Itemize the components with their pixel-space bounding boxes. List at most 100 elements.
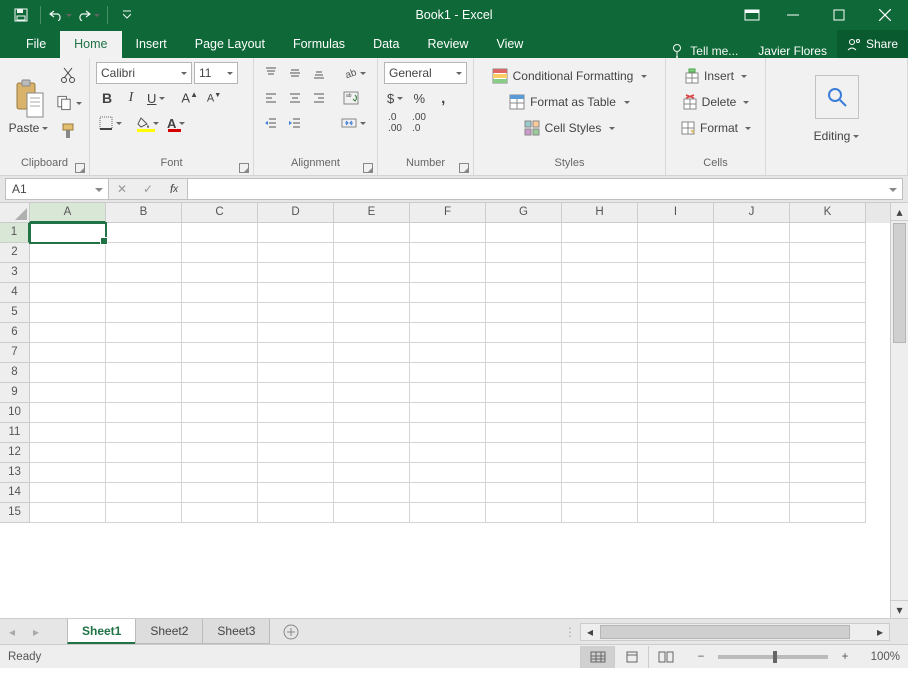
cell[interactable] (182, 223, 258, 243)
row-header[interactable]: 10 (0, 403, 30, 423)
cell[interactable] (334, 263, 410, 283)
scroll-left-icon[interactable]: ◂ (581, 625, 599, 639)
vertical-scrollbar[interactable]: ▴ ▾ (890, 203, 908, 618)
col-header-g[interactable]: G (486, 203, 562, 223)
align-left-icon[interactable] (260, 87, 282, 109)
underline-button[interactable]: U (144, 87, 168, 109)
redo-button[interactable] (75, 2, 101, 28)
font-dialog-icon[interactable] (239, 163, 249, 173)
cell[interactable] (258, 483, 334, 503)
scroll-up-icon[interactable]: ▴ (891, 203, 908, 221)
cell[interactable] (714, 243, 790, 263)
cell[interactable] (714, 283, 790, 303)
increase-indent-icon[interactable] (284, 112, 306, 134)
increase-decimal-icon[interactable]: .0.00 (384, 112, 406, 134)
cell[interactable] (486, 243, 562, 263)
cell[interactable] (30, 243, 106, 263)
zoom-level[interactable]: 100% (862, 651, 900, 663)
increase-font-icon[interactable]: A▲ (178, 87, 201, 109)
cell[interactable] (182, 303, 258, 323)
cell[interactable] (486, 503, 562, 523)
cell[interactable] (486, 343, 562, 363)
cell[interactable] (258, 343, 334, 363)
row-header[interactable]: 11 (0, 423, 30, 443)
cell[interactable] (30, 363, 106, 383)
cell[interactable] (562, 263, 638, 283)
cell-styles-button[interactable]: Cell Styles (480, 116, 659, 140)
cell[interactable] (182, 403, 258, 423)
fill-color-button[interactable] (133, 112, 162, 134)
bold-button[interactable]: B (96, 87, 118, 109)
row-header[interactable]: 3 (0, 263, 30, 283)
cell[interactable] (486, 383, 562, 403)
cell[interactable] (30, 403, 106, 423)
cell[interactable] (714, 483, 790, 503)
align-middle-icon[interactable] (284, 62, 306, 84)
row-header[interactable]: 5 (0, 303, 30, 323)
cell[interactable] (486, 303, 562, 323)
scroll-thumb[interactable] (893, 223, 906, 343)
format-as-table-button[interactable]: Format as Table (480, 90, 659, 114)
cell[interactable] (410, 463, 486, 483)
decrease-font-icon[interactable]: A▼ (203, 87, 225, 109)
number-dialog-icon[interactable] (459, 163, 469, 173)
scroll-down-icon[interactable]: ▾ (891, 600, 908, 618)
conditional-formatting-button[interactable]: Conditional Formatting (480, 64, 659, 88)
cancel-formula-icon[interactable]: ✕ (109, 179, 135, 199)
cell[interactable] (410, 363, 486, 383)
cell[interactable] (714, 303, 790, 323)
cell[interactable] (790, 363, 866, 383)
cell[interactable] (562, 423, 638, 443)
cell[interactable] (258, 323, 334, 343)
decrease-indent-icon[interactable] (260, 112, 282, 134)
row-header[interactable]: 14 (0, 483, 30, 503)
cell[interactable] (562, 343, 638, 363)
cell[interactable] (334, 423, 410, 443)
col-header-j[interactable]: J (714, 203, 790, 223)
col-header-c[interactable]: C (182, 203, 258, 223)
cell[interactable] (106, 363, 182, 383)
cell[interactable] (334, 303, 410, 323)
cell[interactable] (790, 223, 866, 243)
sheet-tab-1[interactable]: Sheet1 (67, 619, 136, 644)
tab-data[interactable]: Data (359, 31, 413, 58)
page-break-view-icon[interactable] (648, 646, 682, 668)
cell[interactable] (410, 303, 486, 323)
cell[interactable] (486, 423, 562, 443)
cell[interactable] (334, 463, 410, 483)
tab-view[interactable]: View (482, 31, 537, 58)
cell[interactable] (334, 363, 410, 383)
cell[interactable] (334, 443, 410, 463)
tab-page-layout[interactable]: Page Layout (181, 31, 279, 58)
clipboard-dialog-icon[interactable] (75, 163, 85, 173)
cell[interactable] (106, 443, 182, 463)
maximize-button[interactable] (816, 0, 862, 30)
formula-input[interactable] (188, 178, 903, 200)
enter-formula-icon[interactable]: ✓ (135, 179, 161, 199)
cell[interactable] (790, 263, 866, 283)
cell[interactable] (562, 383, 638, 403)
cell[interactable] (182, 283, 258, 303)
cell[interactable] (106, 483, 182, 503)
cell[interactable] (182, 363, 258, 383)
delete-cells-button[interactable]: Delete (672, 90, 759, 114)
cell[interactable] (182, 503, 258, 523)
col-header-k[interactable]: K (790, 203, 866, 223)
tab-home[interactable]: Home (60, 31, 121, 58)
cell[interactable] (562, 463, 638, 483)
tab-file[interactable]: File (12, 31, 60, 58)
cell[interactable] (182, 383, 258, 403)
cell[interactable] (410, 443, 486, 463)
cell[interactable] (334, 483, 410, 503)
cell[interactable] (334, 243, 410, 263)
cell[interactable] (182, 483, 258, 503)
cell[interactable] (106, 423, 182, 443)
orientation-icon[interactable]: ab (340, 62, 369, 84)
cell[interactable] (714, 383, 790, 403)
cell[interactable] (410, 483, 486, 503)
name-box[interactable]: A1 (5, 178, 109, 200)
cell[interactable] (410, 423, 486, 443)
cell[interactable] (334, 223, 410, 243)
cell[interactable] (638, 383, 714, 403)
cell[interactable] (106, 243, 182, 263)
